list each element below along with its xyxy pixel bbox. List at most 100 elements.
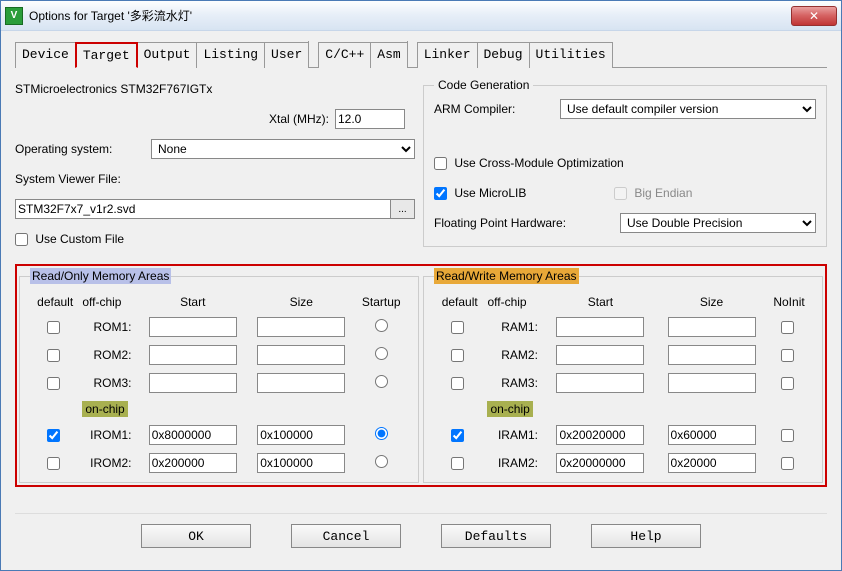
tab-cpp[interactable]: C/C++ <box>318 42 371 68</box>
irom2-start[interactable] <box>149 453 237 473</box>
tab-device[interactable]: Device <box>15 42 76 68</box>
iram2-size[interactable] <box>668 453 756 473</box>
rw-table: default off-chip Start Size NoInit RAM1: <box>434 290 812 478</box>
rom2-default[interactable] <box>47 349 60 362</box>
ram3-start[interactable] <box>556 373 644 393</box>
titlebar: V Options for Target '多彩流水灯' ✕ <box>1 1 841 31</box>
iram1-noinit[interactable] <box>781 429 794 442</box>
compiler-select[interactable]: Use default compiler version <box>560 99 816 119</box>
irom2-label: IROM2: <box>80 450 137 476</box>
ram1-start[interactable] <box>556 317 644 337</box>
rom3-default[interactable] <box>47 377 60 390</box>
cross-module-checkbox[interactable] <box>434 157 447 170</box>
big-endian-label: Big Endian <box>634 186 692 200</box>
rw-fieldset: Read/Write Memory Areas default off-chip… <box>423 268 823 483</box>
tab-asm[interactable]: Asm <box>370 42 407 68</box>
compiler-label: ARM Compiler: <box>434 102 554 116</box>
custom-file-wrap[interactable]: Use Custom File <box>15 232 124 246</box>
irom1-start[interactable] <box>149 425 237 445</box>
ram3-default[interactable] <box>451 377 464 390</box>
rom1-start[interactable] <box>149 317 237 337</box>
os-label: Operating system: <box>15 142 145 156</box>
ro-row-rom1: ROM1: <box>32 314 406 340</box>
rw-h-chip: off-chip <box>485 292 544 312</box>
codegen-legend: Code Generation <box>434 78 533 92</box>
ram1-size[interactable] <box>668 317 756 337</box>
rom3-label: ROM3: <box>80 370 137 396</box>
right-column: Code Generation ARM Compiler: Use defaul… <box>423 78 827 258</box>
microlib-wrap[interactable]: Use MicroLIB <box>434 186 614 200</box>
button-row: OK Cancel Defaults Help <box>15 513 827 560</box>
ro-onchip: on-chip <box>82 401 127 417</box>
rom3-size[interactable] <box>257 373 345 393</box>
ro-table: default off-chip Start Size Startup ROM1… <box>30 290 408 478</box>
rw-legend: Read/Write Memory Areas <box>434 268 579 284</box>
ram1-noinit[interactable] <box>781 321 794 334</box>
irom2-size[interactable] <box>257 453 345 473</box>
iram2-start[interactable] <box>556 453 644 473</box>
rom2-size[interactable] <box>257 345 345 365</box>
tab-listing[interactable]: Listing <box>196 42 265 68</box>
ro-fieldset: Read/Only Memory Areas default off-chip … <box>19 268 419 483</box>
xtal-input[interactable] <box>335 109 405 129</box>
ok-button[interactable]: OK <box>141 524 251 548</box>
irom1-size[interactable] <box>257 425 345 445</box>
tab-target[interactable]: Target <box>75 42 138 68</box>
tab-output[interactable]: Output <box>137 42 198 68</box>
microlib-label: Use MicroLIB <box>454 186 526 200</box>
left-column: STMicroelectronics STM32F767IGTx Xtal (M… <box>15 78 415 258</box>
memory-areas: Read/Only Memory Areas default off-chip … <box>15 264 827 487</box>
rom3-start[interactable] <box>149 373 237 393</box>
iram1-label: IRAM1: <box>485 422 544 448</box>
rom1-default[interactable] <box>47 321 60 334</box>
irom2-default[interactable] <box>47 457 60 470</box>
os-select[interactable]: None <box>151 139 415 159</box>
rw-h-default: default <box>436 292 483 312</box>
defaults-button[interactable]: Defaults <box>441 524 551 548</box>
ram2-label: RAM2: <box>485 342 544 368</box>
svf-browse-button[interactable]: ... <box>391 199 415 219</box>
ram2-default[interactable] <box>451 349 464 362</box>
ram3-label: RAM3: <box>485 370 544 396</box>
irom1-label: IROM1: <box>80 422 137 448</box>
tab-spacer <box>308 41 318 67</box>
ram3-size[interactable] <box>668 373 756 393</box>
ram2-noinit[interactable] <box>781 349 794 362</box>
rom2-start[interactable] <box>149 345 237 365</box>
close-icon: ✕ <box>809 9 819 23</box>
irom1-startup[interactable] <box>375 427 388 440</box>
float-label: Floating Point Hardware: <box>434 216 614 230</box>
custom-file-checkbox[interactable] <box>15 233 28 246</box>
app-icon: V <box>5 7 23 25</box>
rom3-startup[interactable] <box>375 375 388 388</box>
microlib-checkbox[interactable] <box>434 187 447 200</box>
rom1-startup[interactable] <box>375 319 388 332</box>
iram1-default[interactable] <box>451 429 464 442</box>
cancel-button[interactable]: Cancel <box>291 524 401 548</box>
ro-h-default: default <box>32 292 78 312</box>
rom2-startup[interactable] <box>375 347 388 360</box>
ro-h-start: Start <box>139 292 246 312</box>
close-button[interactable]: ✕ <box>791 6 837 26</box>
irom2-startup[interactable] <box>375 455 388 468</box>
iram1-start[interactable] <box>556 425 644 445</box>
rom1-size[interactable] <box>257 317 345 337</box>
ram3-noinit[interactable] <box>781 377 794 390</box>
ram2-size[interactable] <box>668 345 756 365</box>
rw-row-ram1: RAM1: <box>436 314 810 340</box>
iram2-default[interactable] <box>451 457 464 470</box>
iram1-size[interactable] <box>668 425 756 445</box>
device-name-label: STMicroelectronics STM32F767IGTx <box>15 82 212 96</box>
tab-linker[interactable]: Linker <box>417 42 478 68</box>
iram2-noinit[interactable] <box>781 457 794 470</box>
float-select[interactable]: Use Double Precision <box>620 213 816 233</box>
ram2-start[interactable] <box>556 345 644 365</box>
cross-module-label: Use Cross-Module Optimization <box>454 156 623 170</box>
irom1-default[interactable] <box>47 429 60 442</box>
tab-utilities[interactable]: Utilities <box>529 42 613 68</box>
cross-module-wrap[interactable]: Use Cross-Module Optimization <box>434 156 624 170</box>
tab-user[interactable]: User <box>264 42 309 68</box>
tab-debug[interactable]: Debug <box>477 42 530 68</box>
ram1-default[interactable] <box>451 321 464 334</box>
help-button[interactable]: Help <box>591 524 701 548</box>
